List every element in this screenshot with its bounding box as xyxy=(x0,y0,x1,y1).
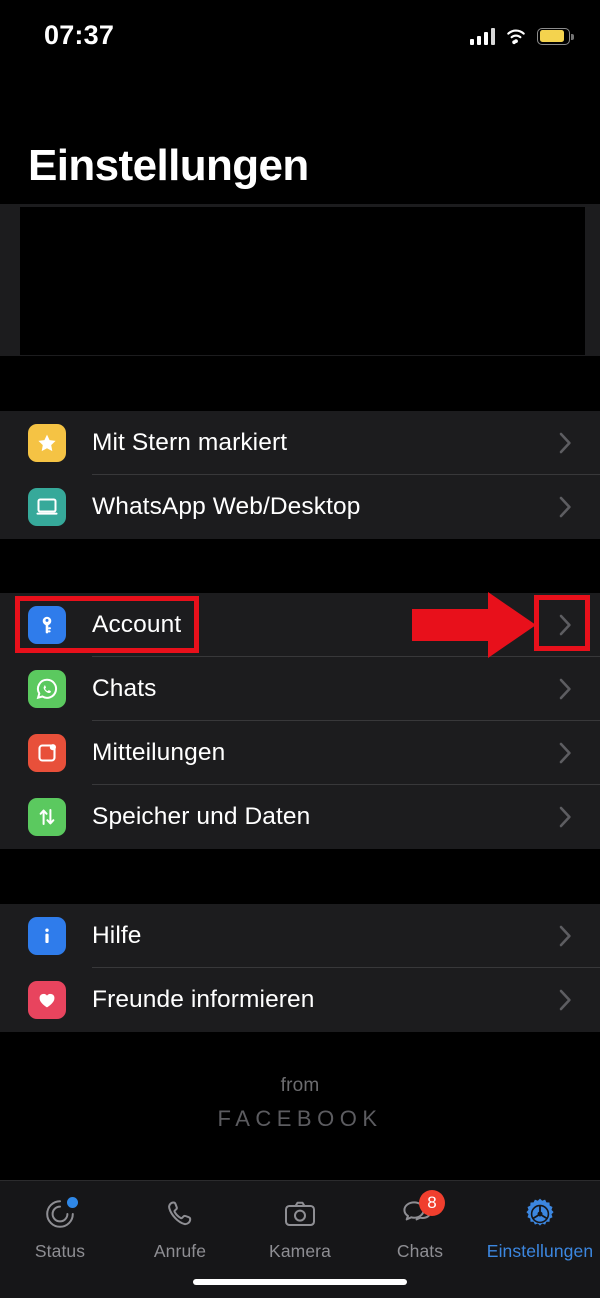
status-unread-dot xyxy=(67,1197,78,1208)
settings-row-label: Hilfe xyxy=(92,922,142,949)
profile-row[interactable] xyxy=(0,204,600,356)
laptop-icon xyxy=(28,488,66,526)
wifi-icon xyxy=(507,29,525,45)
chevron-right-icon xyxy=(559,989,572,1011)
gear-icon xyxy=(518,1194,562,1234)
settings-row-tell-a-friend[interactable]: Freunde informieren xyxy=(0,968,600,1032)
key-icon xyxy=(28,606,66,644)
settings-row-label: Account xyxy=(92,611,182,638)
tab-camera[interactable]: Kamera xyxy=(240,1194,360,1262)
settings-row-help[interactable]: Hilfe xyxy=(0,904,600,968)
camera-icon xyxy=(278,1194,322,1234)
settings-list: Mit Stern markiert WhatsApp Web/Desktop xyxy=(0,204,600,1132)
tab-chats[interactable]: 8 Chats xyxy=(360,1190,480,1262)
info-icon xyxy=(28,917,66,955)
page-title: Einstellungen xyxy=(28,141,309,190)
tab-settings[interactable]: Einstellungen xyxy=(480,1194,600,1262)
chevron-right-icon xyxy=(559,742,572,764)
chevron-right-icon xyxy=(559,925,572,947)
profile-redaction-block xyxy=(20,207,585,355)
settings-row-label: Mit Stern markiert xyxy=(92,429,288,456)
settings-row-label: Chats xyxy=(92,675,157,702)
tab-label: Anrufe xyxy=(153,1241,207,1261)
whatsapp-bubble-icon xyxy=(28,670,66,708)
settings-row-notifications[interactable]: Mitteilungen xyxy=(0,721,600,785)
chats-unread-badge: 8 xyxy=(419,1190,445,1216)
settings-row-label: Mitteilungen xyxy=(92,739,226,766)
chevron-right-icon xyxy=(559,614,572,636)
footer-brand-label: FACEBOOK xyxy=(217,1106,383,1131)
phone-icon xyxy=(158,1194,202,1234)
status-bar-clock: 07:37 xyxy=(44,20,115,50)
section-gap xyxy=(0,539,600,593)
tab-label: Einstellungen xyxy=(486,1241,594,1261)
settings-group-shortcuts: Mit Stern markiert WhatsApp Web/Desktop xyxy=(0,411,600,539)
battery-icon xyxy=(537,27,574,45)
whatsapp-settings-screen: 07:37 Einstellungen Mit Stern markiert W… xyxy=(0,0,600,1298)
status-rings-icon xyxy=(38,1194,82,1234)
chevron-right-icon xyxy=(559,806,572,828)
status-bar-indicators xyxy=(469,24,574,48)
tab-calls[interactable]: Anrufe xyxy=(120,1194,240,1262)
settings-row-label: Speicher und Daten xyxy=(92,803,311,830)
section-gap xyxy=(0,849,600,904)
tab-label: Kamera xyxy=(269,1241,331,1261)
tab-label: Status xyxy=(34,1241,86,1261)
footer: from FACEBOOK xyxy=(0,1032,600,1132)
home-indicator[interactable] xyxy=(193,1279,407,1285)
chevron-right-icon xyxy=(559,678,572,700)
section-gap xyxy=(0,356,600,411)
heart-icon xyxy=(28,981,66,1019)
chevron-right-icon xyxy=(559,432,572,454)
settings-row-starred[interactable]: Mit Stern markiert xyxy=(0,411,600,475)
settings-group-preferences: Account Chats Mitteilungen Speicher und … xyxy=(0,593,600,849)
settings-row-web-desktop[interactable]: WhatsApp Web/Desktop xyxy=(0,475,600,539)
settings-row-label: WhatsApp Web/Desktop xyxy=(92,493,361,520)
settings-row-account[interactable]: Account xyxy=(0,593,600,657)
settings-group-support: Hilfe Freunde informieren xyxy=(0,904,600,1032)
settings-row-chats[interactable]: Chats xyxy=(0,657,600,721)
data-arrows-icon xyxy=(28,798,66,836)
footer-from-label: from xyxy=(280,1075,320,1096)
settings-row-label: Freunde informieren xyxy=(92,986,315,1013)
star-icon xyxy=(28,424,66,462)
settings-row-storage-data[interactable]: Speicher und Daten xyxy=(0,785,600,849)
tab-label: Chats xyxy=(396,1241,444,1261)
status-bar: 07:37 xyxy=(0,0,600,62)
tab-status[interactable]: Status xyxy=(0,1194,120,1262)
chevron-right-icon xyxy=(559,496,572,518)
notification-icon xyxy=(28,734,66,772)
cellular-signal-icon xyxy=(469,27,495,45)
chat-bubbles-icon: 8 xyxy=(398,1190,445,1234)
